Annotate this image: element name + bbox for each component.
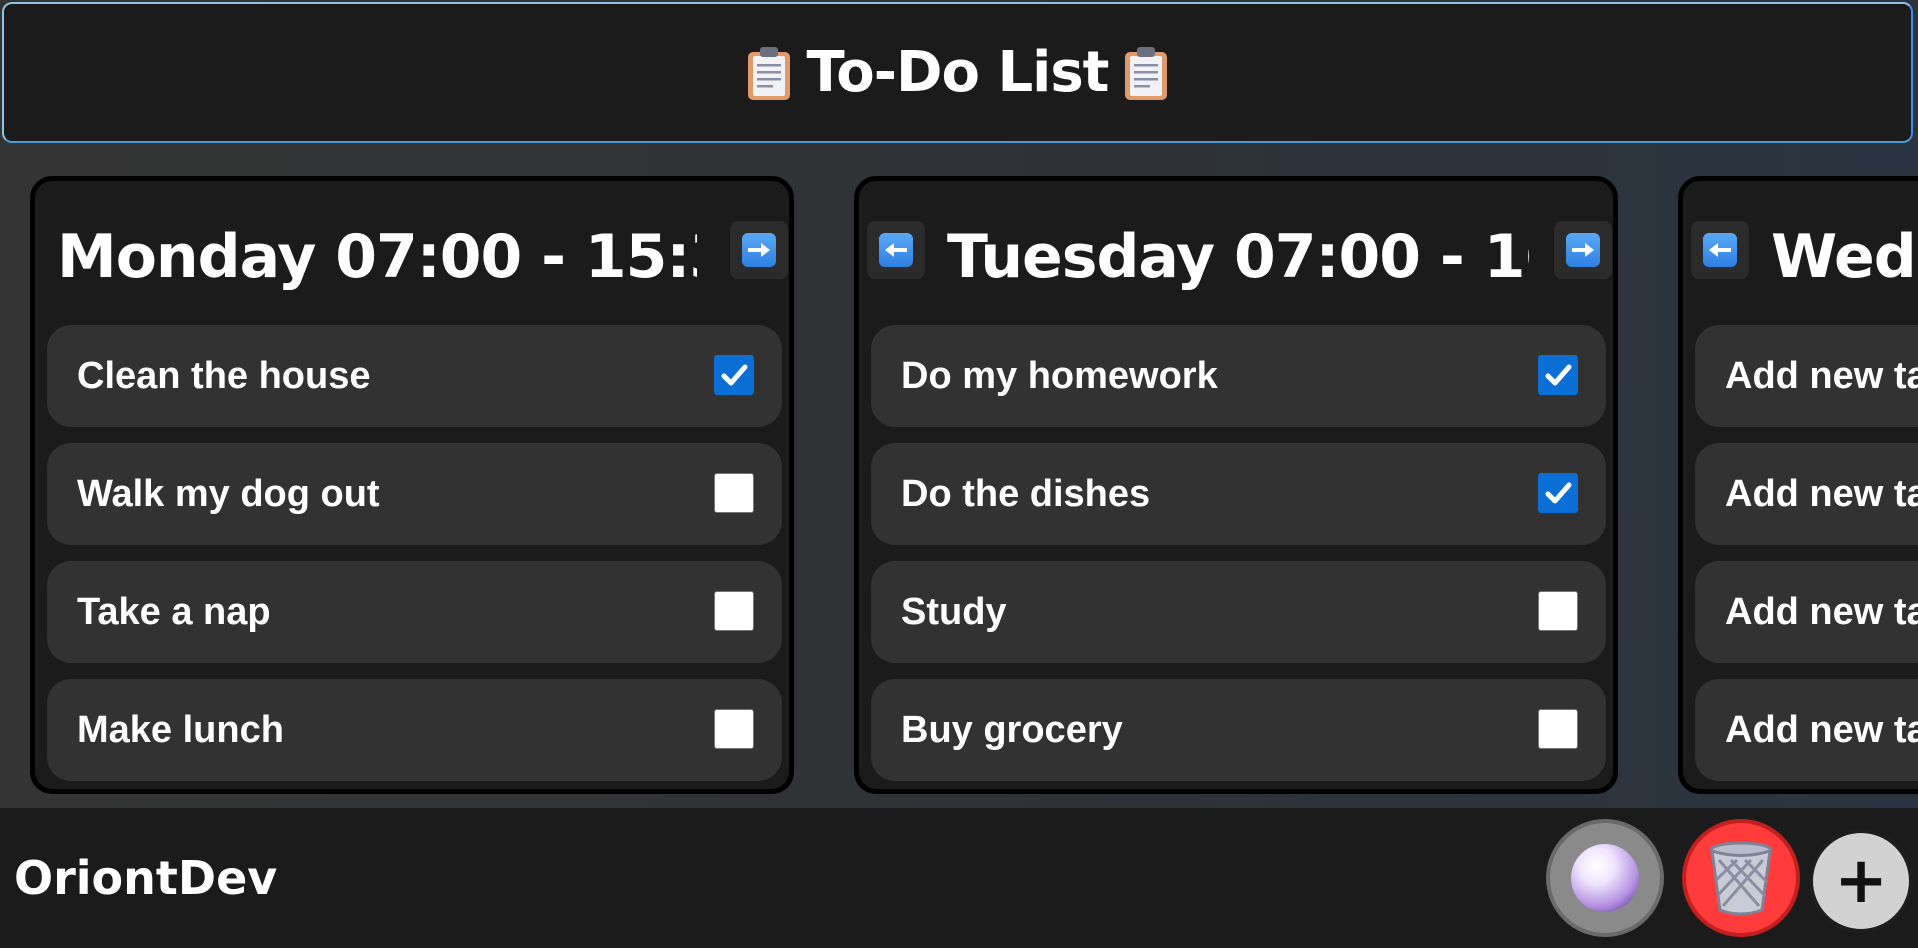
wastebasket-icon xyxy=(1709,841,1773,916)
task-item: Do my homework xyxy=(871,325,1606,427)
checkmark-icon xyxy=(721,364,748,386)
right-arrow-icon xyxy=(742,233,776,267)
task-item: Do the dishes xyxy=(871,443,1606,545)
task-label: Clean the house xyxy=(77,355,371,397)
task-item: Add new task xyxy=(1695,679,1918,781)
task-item: Add new task xyxy=(1695,443,1918,545)
day-header: Tuesday 07:00 - 16:00 xyxy=(859,181,1613,315)
task-label: Add new task xyxy=(1725,355,1918,397)
task-item: Walk my dog out xyxy=(47,443,782,545)
task-item: Study xyxy=(871,561,1606,663)
footer-bar: OriontDev + xyxy=(0,808,1918,948)
add-task-button[interactable]: + xyxy=(1809,829,1913,933)
task-checkbox[interactable] xyxy=(1538,473,1578,513)
task-label: Do the dishes xyxy=(901,473,1151,515)
day-title: Tuesday 07:00 - 16:00 xyxy=(947,222,1529,292)
page-title: To-Do List xyxy=(806,40,1110,105)
task-item: Clean the house xyxy=(47,325,782,427)
task-label: Add new task xyxy=(1725,709,1918,751)
task-label: Take a nap xyxy=(77,591,271,633)
left-arrow-icon xyxy=(1703,233,1737,267)
task-checkbox[interactable] xyxy=(1538,709,1578,749)
task-checkbox[interactable] xyxy=(714,473,754,513)
task-checkbox[interactable] xyxy=(714,709,754,749)
pearl-orb-icon xyxy=(1571,844,1639,912)
task-item: Take a nap xyxy=(47,561,782,663)
task-item: Add new task xyxy=(1695,561,1918,663)
task-label: Buy grocery xyxy=(901,709,1123,751)
task-item: Make lunch xyxy=(47,679,782,781)
left-arrow-icon xyxy=(879,233,913,267)
clipboard-icon xyxy=(747,46,790,100)
task-label: Walk my dog out xyxy=(77,473,380,515)
task-item: Buy grocery xyxy=(871,679,1606,781)
day-card-tuesday: Tuesday 07:00 - 16:00 Do my homework Do … xyxy=(854,176,1618,794)
task-label: Do my homework xyxy=(901,355,1218,397)
delete-all-button[interactable] xyxy=(1682,819,1800,937)
day-card-monday: Monday 07:00 - 15:30 Clean the house Wal… xyxy=(30,176,794,794)
prev-day-button[interactable] xyxy=(1691,221,1749,279)
day-title: Monday 07:00 - 15:30 xyxy=(57,222,697,292)
day-title: Wednesday xyxy=(1771,222,1918,292)
checkmark-icon xyxy=(1545,482,1572,504)
task-label: Make lunch xyxy=(77,709,284,751)
header-bar: To-Do List xyxy=(2,2,1913,143)
day-board[interactable]: Monday 07:00 - 15:30 Clean the house Wal… xyxy=(0,176,1918,796)
task-label: Add new task xyxy=(1725,473,1918,515)
day-header: Wednesday xyxy=(1683,181,1918,315)
checkmark-icon xyxy=(1545,364,1572,386)
clipboard-icon xyxy=(1125,46,1168,100)
next-day-button[interactable] xyxy=(730,221,788,279)
task-checkbox[interactable] xyxy=(714,591,754,631)
day-header: Monday 07:00 - 15:30 xyxy=(35,181,789,315)
next-day-button[interactable] xyxy=(1554,221,1612,279)
task-checkbox[interactable] xyxy=(714,355,754,395)
task-label: Study xyxy=(901,591,1007,633)
brand-name: OriontDev xyxy=(14,851,278,905)
theme-toggle-button[interactable] xyxy=(1546,819,1664,937)
task-checkbox[interactable] xyxy=(1538,355,1578,395)
task-item: Add new task xyxy=(1695,325,1918,427)
right-arrow-icon xyxy=(1566,233,1600,267)
task-checkbox[interactable] xyxy=(1538,591,1578,631)
day-card-wednesday: Wednesday Add new task Add new task Add … xyxy=(1678,176,1918,794)
prev-day-button[interactable] xyxy=(867,221,925,279)
task-label: Add new task xyxy=(1725,591,1918,633)
